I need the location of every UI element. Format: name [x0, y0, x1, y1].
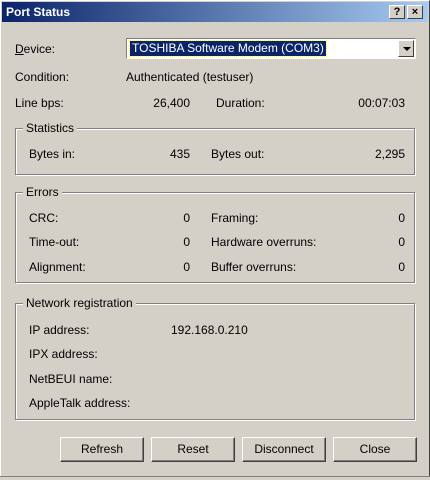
disconnect-button[interactable]: Disconnect: [242, 437, 326, 462]
device-select-field[interactable]: TOSHIBA Software Modem (COM3): [128, 40, 397, 57]
condition-label: Condition:: [15, 70, 70, 84]
disconnect-button-label: Disconnect: [254, 442, 314, 456]
close-button-label: Close: [359, 442, 391, 456]
crc-label: CRC:: [29, 211, 59, 225]
framing-label: Framing:: [211, 211, 259, 225]
appletalk-address-label: AppleTalk address:: [29, 396, 131, 410]
refresh-button[interactable]: Refresh: [60, 437, 144, 462]
duration-value: 00:07:03: [358, 96, 405, 110]
help-button[interactable]: ?: [389, 5, 405, 19]
ip-address-label: IP address:: [29, 323, 90, 337]
port-status-dialog: Port Status ? × Device: TOSHIBA Software…: [0, 0, 430, 480]
bytes-in-label: Bytes in:: [29, 147, 76, 161]
buffer-overruns-label: Buffer overruns:: [211, 260, 297, 274]
refresh-button-label: Refresh: [81, 438, 123, 461]
hardware-overruns-label: Hardware overruns:: [211, 235, 317, 249]
crc-value: 0: [183, 211, 190, 225]
alignment-value: 0: [183, 260, 190, 274]
ipx-address-label: IPX address:: [29, 347, 98, 361]
device-select[interactable]: TOSHIBA Software Modem (COM3): [126, 38, 416, 59]
chevron-down-icon[interactable]: [398, 40, 414, 57]
reset-button-label: Reset: [177, 442, 209, 456]
duration-label: Duration:: [216, 96, 265, 110]
errors-title: Errors: [23, 185, 62, 199]
statistics-title: Statistics: [23, 121, 78, 135]
device-label-rest: evice:: [23, 42, 56, 56]
window-title: Port Status: [6, 5, 71, 19]
ip-address-value: 192.168.0.210: [171, 323, 248, 337]
line-bps-value: 26,400: [153, 96, 190, 110]
refresh-button-text: Refresh: [80, 442, 124, 456]
timeout-label: Time-out:: [29, 235, 80, 249]
network-registration-title: Network registration: [23, 296, 136, 310]
close-window-button[interactable]: ×: [407, 5, 423, 19]
timeout-value: 0: [183, 235, 190, 249]
line-bps-label: Line bps:: [15, 96, 64, 110]
framing-value: 0: [398, 211, 405, 225]
bytes-out-label: Bytes out:: [211, 147, 265, 161]
reset-button[interactable]: Reset: [151, 437, 235, 462]
device-select-value: TOSHIBA Software Modem (COM3): [129, 40, 327, 57]
buffer-overruns-value: 0: [398, 260, 405, 274]
alignment-label: Alignment:: [29, 260, 86, 274]
device-label: Device:: [15, 42, 56, 56]
condition-value: Authenticated (testuser): [126, 70, 254, 84]
hardware-overruns-value: 0: [398, 235, 405, 249]
bytes-out-value: 2,295: [374, 147, 405, 161]
bottom-edge: [0, 476, 430, 480]
close-button[interactable]: Close: [333, 437, 417, 462]
title-bar[interactable]: Port Status ? ×: [2, 2, 428, 22]
netbeui-name-label: NetBEUI name:: [29, 372, 113, 386]
bytes-in-value: 435: [169, 147, 190, 161]
